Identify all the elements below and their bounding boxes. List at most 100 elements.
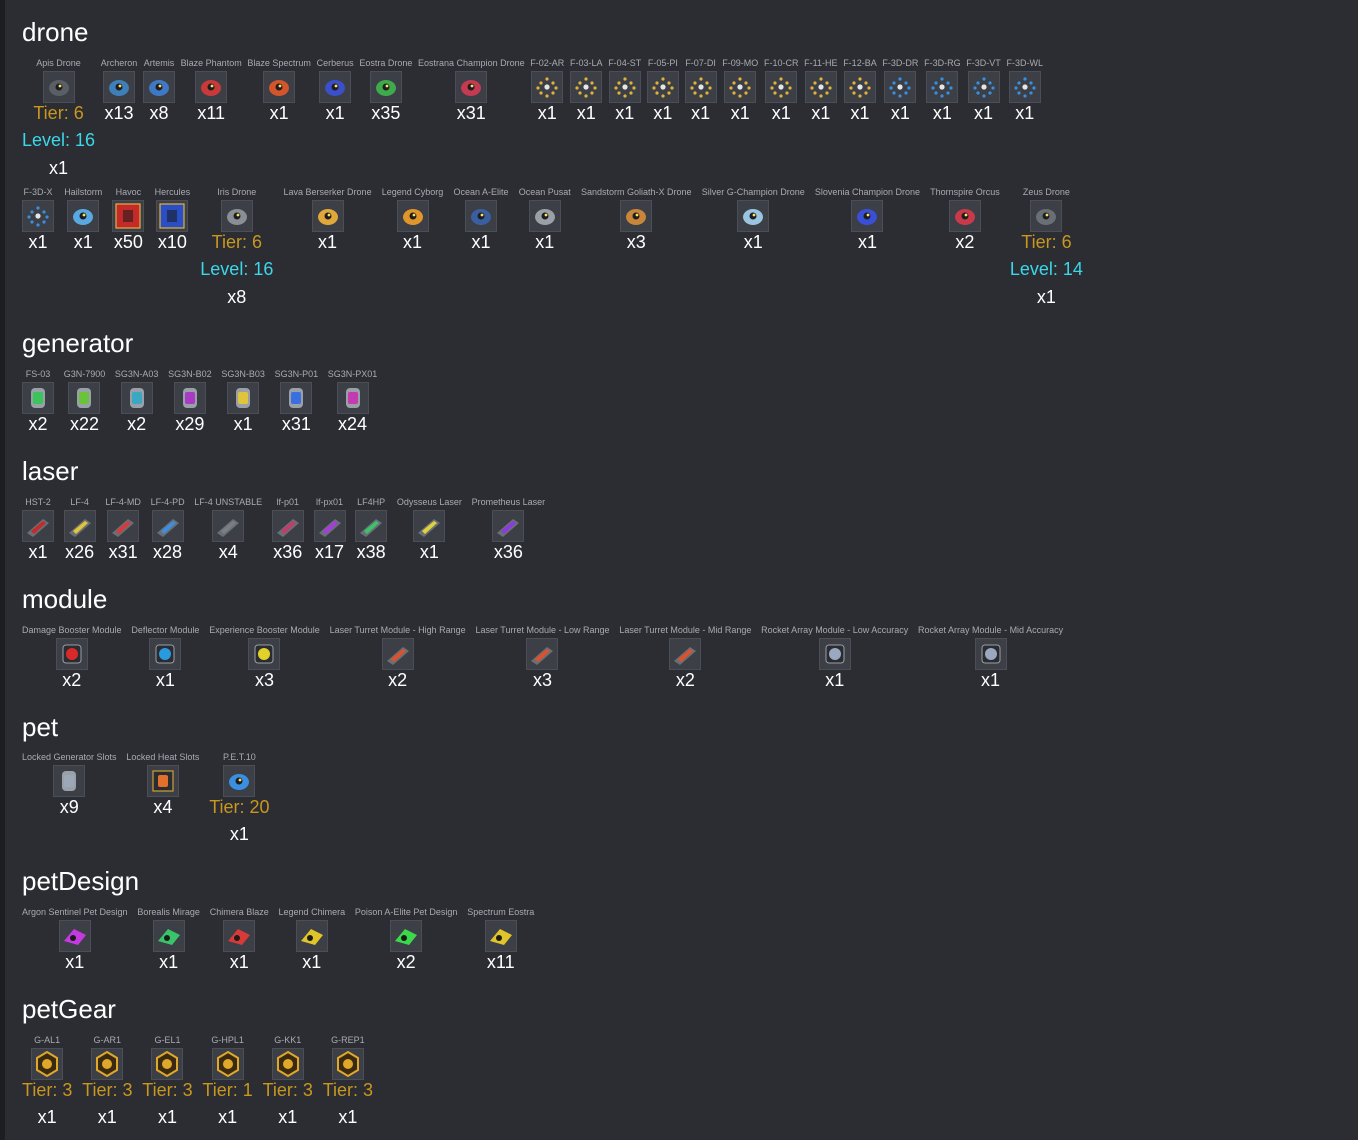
fs-03-generator-icon[interactable] (22, 382, 54, 414)
ocean-pusat-drone-icon[interactable] (528, 200, 561, 232)
inventory-item-g-al1[interactable]: G-AL1 Tier: 3 x1 (22, 1035, 72, 1127)
experience-booster-module-icon[interactable] (248, 638, 281, 670)
sandstorm-goliath-x-drone-icon[interactable] (620, 200, 653, 232)
inventory-item-f-3d-vt[interactable]: F-3D-VT x1 (966, 58, 1001, 123)
formation-f09-mo-icon[interactable] (724, 71, 757, 103)
inventory-item-f-04-st[interactable]: F-04-ST x1 (608, 58, 641, 123)
lf-p01-laser-icon[interactable] (271, 510, 304, 542)
lava-berserker-drone-icon[interactable] (311, 200, 344, 232)
inventory-item-fs-03[interactable]: FS-03 x2 (22, 369, 54, 434)
formation-f02-ar-icon[interactable] (531, 71, 564, 103)
cerberus-drone-icon[interactable] (319, 71, 352, 103)
inventory-item-borealis-mirage[interactable]: Borealis Mirage x1 (137, 907, 200, 972)
sg3n-b03-generator-icon[interactable] (227, 382, 260, 414)
apis-drone-icon[interactable] (42, 71, 75, 103)
inventory-item-zeus-drone[interactable]: Zeus Drone Tier: 6 Level: 14 x1 (1010, 187, 1083, 307)
inventory-item-locked-generator-slots[interactable]: Locked Generator Slots x9 (22, 752, 117, 817)
lf4hp-laser-icon[interactable] (355, 510, 388, 542)
eostrana-champion-drone-icon[interactable] (455, 71, 488, 103)
odysseus-laser-icon[interactable] (413, 510, 446, 542)
inventory-item-f-03-la[interactable]: F-03-LA x1 (570, 58, 603, 123)
lf-4-pd-laser-icon[interactable] (151, 510, 184, 542)
inventory-item-g3n-7900[interactable]: G3N-7900 x22 (64, 369, 106, 434)
slovenia-champion-drone-icon[interactable] (851, 200, 884, 232)
laser-turret-low-range-icon[interactable] (526, 638, 559, 670)
inventory-item-g-rep1[interactable]: G-REP1 Tier: 3 x1 (323, 1035, 373, 1127)
inventory-item-experience-booster-module[interactable]: Experience Booster Module x3 (209, 625, 320, 690)
inventory-item-rocket-array-module-low-accuracy[interactable]: Rocket Array Module - Low Accuracy x1 (761, 625, 908, 690)
legend-chimera-pet-design-icon[interactable] (295, 920, 328, 952)
pet-10-icon[interactable] (223, 765, 256, 797)
formation-f10-cr-icon[interactable] (765, 71, 798, 103)
inventory-item-sg3n-px01[interactable]: SG3N-PX01 x24 (328, 369, 378, 434)
inventory-item-ocean-pusat[interactable]: Ocean Pusat x1 (519, 187, 571, 252)
chimera-blaze-pet-design-icon[interactable] (223, 920, 256, 952)
borealis-mirage-pet-design-icon[interactable] (152, 920, 185, 952)
inventory-item-legend-cyborg[interactable]: Legend Cyborg x1 (382, 187, 444, 252)
inventory-item-spectrum-eostra[interactable]: Spectrum Eostra x11 (467, 907, 534, 972)
inventory-item-f-12-ba[interactable]: F-12-BA x1 (843, 58, 877, 123)
inventory-item-blaze-phantom[interactable]: Blaze Phantom x11 (181, 58, 242, 123)
inventory-item-lf-4-unstable[interactable]: LF-4 UNSTABLE x4 (194, 497, 262, 562)
g-hpl1-gear-icon[interactable] (211, 1048, 244, 1080)
inventory-item-laser-turret-module-mid-range[interactable]: Laser Turret Module - Mid Range x2 (619, 625, 751, 690)
inventory-item-sg3n-b03[interactable]: SG3N-B03 x1 (221, 369, 265, 434)
thornspire-orcus-drone-icon[interactable] (948, 200, 981, 232)
formation-f12-ba-icon[interactable] (843, 71, 876, 103)
inventory-item-f-3d-rg[interactable]: F-3D-RG x1 (924, 58, 961, 123)
inventory-item-apis-drone[interactable]: Apis Drone Tier: 6 Level: 16 x1 (22, 58, 95, 178)
sg3n-a03-generator-icon[interactable] (120, 382, 153, 414)
g-rep1-gear-icon[interactable] (331, 1048, 364, 1080)
lf-4-laser-icon[interactable] (63, 510, 96, 542)
inventory-item-lf-4-md[interactable]: LF-4-MD x31 (105, 497, 141, 562)
formation-f04-st-icon[interactable] (608, 71, 641, 103)
g-ar1-gear-icon[interactable] (91, 1048, 124, 1080)
blaze-spectrum-drone-icon[interactable] (263, 71, 296, 103)
inventory-item-hailstorm[interactable]: Hailstorm x1 (64, 187, 102, 252)
hailstorm-drone-icon[interactable] (67, 200, 100, 232)
prometheus-laser-icon[interactable] (492, 510, 525, 542)
inventory-item-f-07-di[interactable]: F-07-DI x1 (684, 58, 717, 123)
laser-turret-mid-range-icon[interactable] (669, 638, 702, 670)
inventory-item-g-el1[interactable]: G-EL1 Tier: 3 x1 (142, 1035, 192, 1127)
eostra-drone-icon[interactable] (369, 71, 402, 103)
inventory-item-poison-a-elite-pet-design[interactable]: Poison A-Elite Pet Design x2 (355, 907, 458, 972)
inventory-item-g-kk1[interactable]: G-KK1 Tier: 3 x1 (263, 1035, 313, 1127)
lf-4-md-laser-icon[interactable] (107, 510, 140, 542)
sg3n-px01-generator-icon[interactable] (336, 382, 369, 414)
artemis-drone-icon[interactable] (142, 71, 175, 103)
inventory-item-odysseus-laser[interactable]: Odysseus Laser x1 (397, 497, 462, 562)
inventory-item-hst-2[interactable]: HST-2 x1 (22, 497, 54, 562)
inventory-item-laser-turret-module-low-range[interactable]: Laser Turret Module - Low Range x3 (475, 625, 609, 690)
inventory-item-hercules[interactable]: Hercules x10 (155, 187, 191, 252)
inventory-item-f-3d-dr[interactable]: F-3D-DR x1 (882, 58, 918, 123)
inventory-item-g-ar1[interactable]: G-AR1 Tier: 3 x1 (82, 1035, 132, 1127)
laser-turret-high-range-icon[interactable] (381, 638, 414, 670)
lf-px01-laser-icon[interactable] (313, 510, 346, 542)
inventory-item-f-05-pi[interactable]: F-05-PI x1 (646, 58, 679, 123)
hst-2-laser-icon[interactable] (22, 510, 54, 542)
deflector-module-icon[interactable] (149, 638, 182, 670)
inventory-item-f-11-he[interactable]: F-11-HE x1 (804, 58, 837, 123)
inventory-item-laser-turret-module-high-range[interactable]: Laser Turret Module - High Range x2 (330, 625, 466, 690)
inventory-item-legend-chimera[interactable]: Legend Chimera x1 (279, 907, 346, 972)
damage-booster-module-icon[interactable] (55, 638, 88, 670)
inventory-item-sg3n-b02[interactable]: SG3N-B02 x29 (168, 369, 212, 434)
formation-f07-di-icon[interactable] (684, 71, 717, 103)
inventory-item-eostrana-champion-drone[interactable]: Eostrana Champion Drone x31 (418, 58, 525, 123)
inventory-item-ocean-a-elite[interactable]: Ocean A-Elite x1 (454, 187, 509, 252)
inventory-item-damage-booster-module[interactable]: Damage Booster Module x2 (22, 625, 122, 690)
spectrum-eostra-pet-design-icon[interactable] (484, 920, 517, 952)
locked-generator-slot-icon[interactable] (53, 765, 86, 797)
havoc-design-icon[interactable] (112, 200, 145, 232)
inventory-item-sg3n-a03[interactable]: SG3N-A03 x2 (115, 369, 159, 434)
inventory-item-iris-drone[interactable]: Iris Drone Tier: 6 Level: 16 x8 (200, 187, 273, 307)
lf-4-unstable-laser-icon[interactable] (212, 510, 245, 542)
inventory-item-deflector-module[interactable]: Deflector Module x1 (131, 625, 199, 690)
inventory-item-chimera-blaze[interactable]: Chimera Blaze x1 (210, 907, 269, 972)
inventory-item-g-hpl1[interactable]: G-HPL1 Tier: 1 x1 (202, 1035, 252, 1127)
inventory-item-silver-g-champion-drone[interactable]: Silver G-Champion Drone x1 (702, 187, 805, 252)
formation-f3d-rg-icon[interactable] (926, 71, 959, 103)
inventory-item-lf-4[interactable]: LF-4 x26 (63, 497, 96, 562)
formation-f3d-x-icon[interactable] (22, 200, 54, 232)
